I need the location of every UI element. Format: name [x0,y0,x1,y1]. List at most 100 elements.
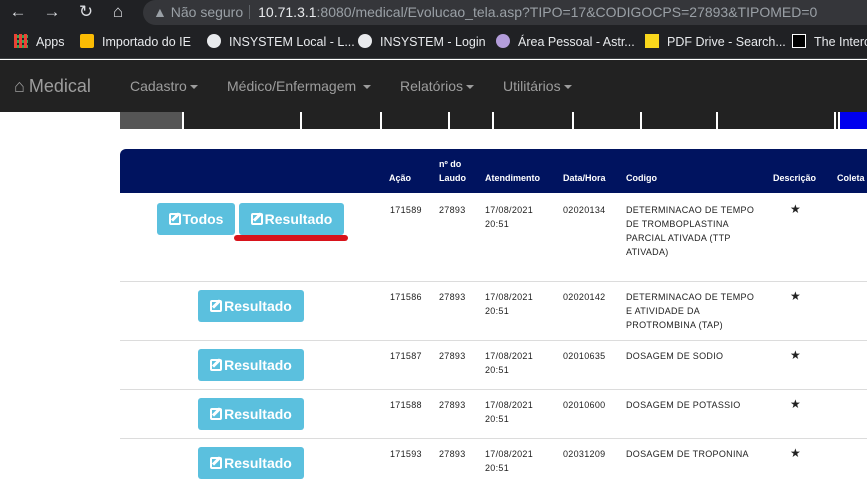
table-row: Resultado 171593 27893 17/08/2021 20:51 … [120,439,867,487]
cell-codigo: DOSAGEM DE SODIO [626,351,724,361]
header-descricao: Descrição [773,173,817,183]
cell-acao: 171589 [390,205,422,215]
apps-grid-icon [14,34,28,48]
table-header: Ação nº do Laudo Atendimento Data/Hora C… [120,149,867,193]
caret-down-icon [189,85,198,89]
menu-utilitarios[interactable]: Utilitários [503,78,572,94]
table-row: Resultado 171587 27893 17/08/2021 20:51 … [120,341,867,390]
bookmark-insystem-login[interactable]: INSYSTEM - Login [358,26,486,58]
warning-icon: ▲ [153,4,167,20]
menu-medico-enfermagem[interactable]: Médico/Enfermagem [227,78,372,94]
cell-laudo: 27893 [439,351,466,361]
edit-icon [168,213,181,225]
tab-segment[interactable] [184,112,300,129]
cell-date: 17/08/2021 [485,292,534,302]
menu-relatorios[interactable]: Relatórios [400,78,475,94]
star-icon[interactable]: ★ [790,446,801,460]
cell-laudo: 27893 [439,292,466,302]
cell-date: 17/08/2021 [485,205,534,215]
resultado-button[interactable]: Resultado [198,447,304,479]
address-bar[interactable]: ▲ Não seguro 10.71.3.1:8080/medical/Evolu… [143,0,867,25]
globe-icon [207,34,221,48]
cell-date: 17/08/2021 [485,400,534,410]
intercept-icon [792,34,806,48]
table-row: Resultado 171586 27893 17/08/2021 20:51 … [120,282,867,341]
cell-datahora: 02010635 [563,351,606,361]
cell-datahora: 02031209 [563,449,606,459]
header-atendimento: Atendimento [485,173,540,183]
cell-laudo: 27893 [439,449,466,459]
cell-datahora: 02020142 [563,292,606,302]
edit-icon [210,300,223,312]
cell-acao: 171586 [390,292,422,302]
star-icon[interactable]: ★ [790,397,801,411]
app-navbar: ⌂ Medical Cadastro Médico/Enfermagem Rela… [0,60,867,112]
tab-segment[interactable] [494,112,572,129]
pdf-drive-icon [645,34,659,48]
astro-icon [496,34,510,48]
tab-segment[interactable] [574,112,640,129]
bookmarks-bar: Apps Importado do IE INSYSTEM Local - L.… [0,26,867,59]
header-datahora: Data/Hora [563,173,606,183]
browser-toolbar: ← → ↻ ⌂ ▲ Não seguro 10.71.3.1:8080/medic… [0,0,867,26]
tab-segment[interactable] [120,112,182,129]
star-icon[interactable]: ★ [790,348,801,362]
back-icon[interactable]: ← [6,1,30,23]
resultado-button[interactable]: Resultado [198,349,304,381]
home-icon: ⌂ [14,76,25,96]
edit-icon [210,359,223,371]
menu-cadastro[interactable]: Cadastro [130,78,198,94]
cell-acao: 171593 [390,449,422,459]
cell-time: 20:51 [485,365,510,375]
cell-laudo: 27893 [439,400,466,410]
cell-datahora: 02010600 [563,400,606,410]
reload-icon[interactable]: ↻ [74,1,98,23]
bookmark-area-pessoal[interactable]: Área Pessoal - Astr... [496,26,635,58]
star-icon[interactable]: ★ [790,202,801,216]
resultado-button[interactable]: Resultado [198,290,304,322]
folder-icon [80,34,94,48]
table-row: Todos Resultado 171589 27893 17/08/2021 … [120,193,867,282]
header-codigo: Codigo [626,173,657,183]
bookmark-apps[interactable]: Apps [14,26,65,58]
resultado-button[interactable]: Resultado [198,398,304,430]
globe-icon [358,34,372,48]
bookmark-pdf-drive[interactable]: PDF Drive - Search... [645,26,786,58]
caret-down-icon [363,85,372,89]
star-icon[interactable]: ★ [790,289,801,303]
cell-acao: 171587 [390,351,422,361]
tab-segment[interactable] [642,112,716,129]
tab-segment[interactable] [718,112,834,129]
tab-segment[interactable] [450,112,492,129]
cell-codigo: DETERMINACAO DE TEMPO DE TROMBOPLASTINA … [626,205,755,257]
cell-acao: 171588 [390,400,422,410]
cell-time: 20:51 [485,463,510,473]
cell-time: 20:51 [485,414,510,424]
brand-label: Medical [28,76,91,96]
cell-laudo: 27893 [439,205,466,215]
bookmark-importado-ie[interactable]: Importado do IE [80,26,191,58]
tab-segment-active[interactable] [840,112,867,129]
brand-link[interactable]: ⌂ Medical [14,76,91,97]
cell-datahora: 02020134 [563,205,606,215]
omnibox-divider [249,5,251,19]
table-row: Resultado 171588 27893 17/08/2021 20:51 … [120,390,867,439]
tab-segment[interactable] [302,112,380,129]
cell-date: 17/08/2021 [485,351,534,361]
edit-icon [210,408,223,420]
cell-codigo: DOSAGEM DE POTASSIO [626,400,741,410]
tab-segment[interactable] [836,112,838,129]
bookmark-the-intercept[interactable]: The Interc [792,26,867,58]
header-laudo-line2: Laudo [439,173,466,183]
resultado-button[interactable]: Resultado [239,203,344,235]
home-icon[interactable]: ⌂ [106,1,130,23]
red-underline-annotation [234,235,348,241]
url-host: 10.71.3.1 [258,4,317,20]
forward-icon[interactable]: → [40,1,64,23]
todos-button[interactable]: Todos [157,203,235,235]
tab-segment[interactable] [382,112,448,129]
cell-codigo: DOSAGEM DE TROPONINA [626,449,749,459]
bookmark-insystem-local[interactable]: INSYSTEM Local - L... [207,26,355,58]
security-label: Não seguro [170,4,244,20]
caret-down-icon [563,85,572,89]
